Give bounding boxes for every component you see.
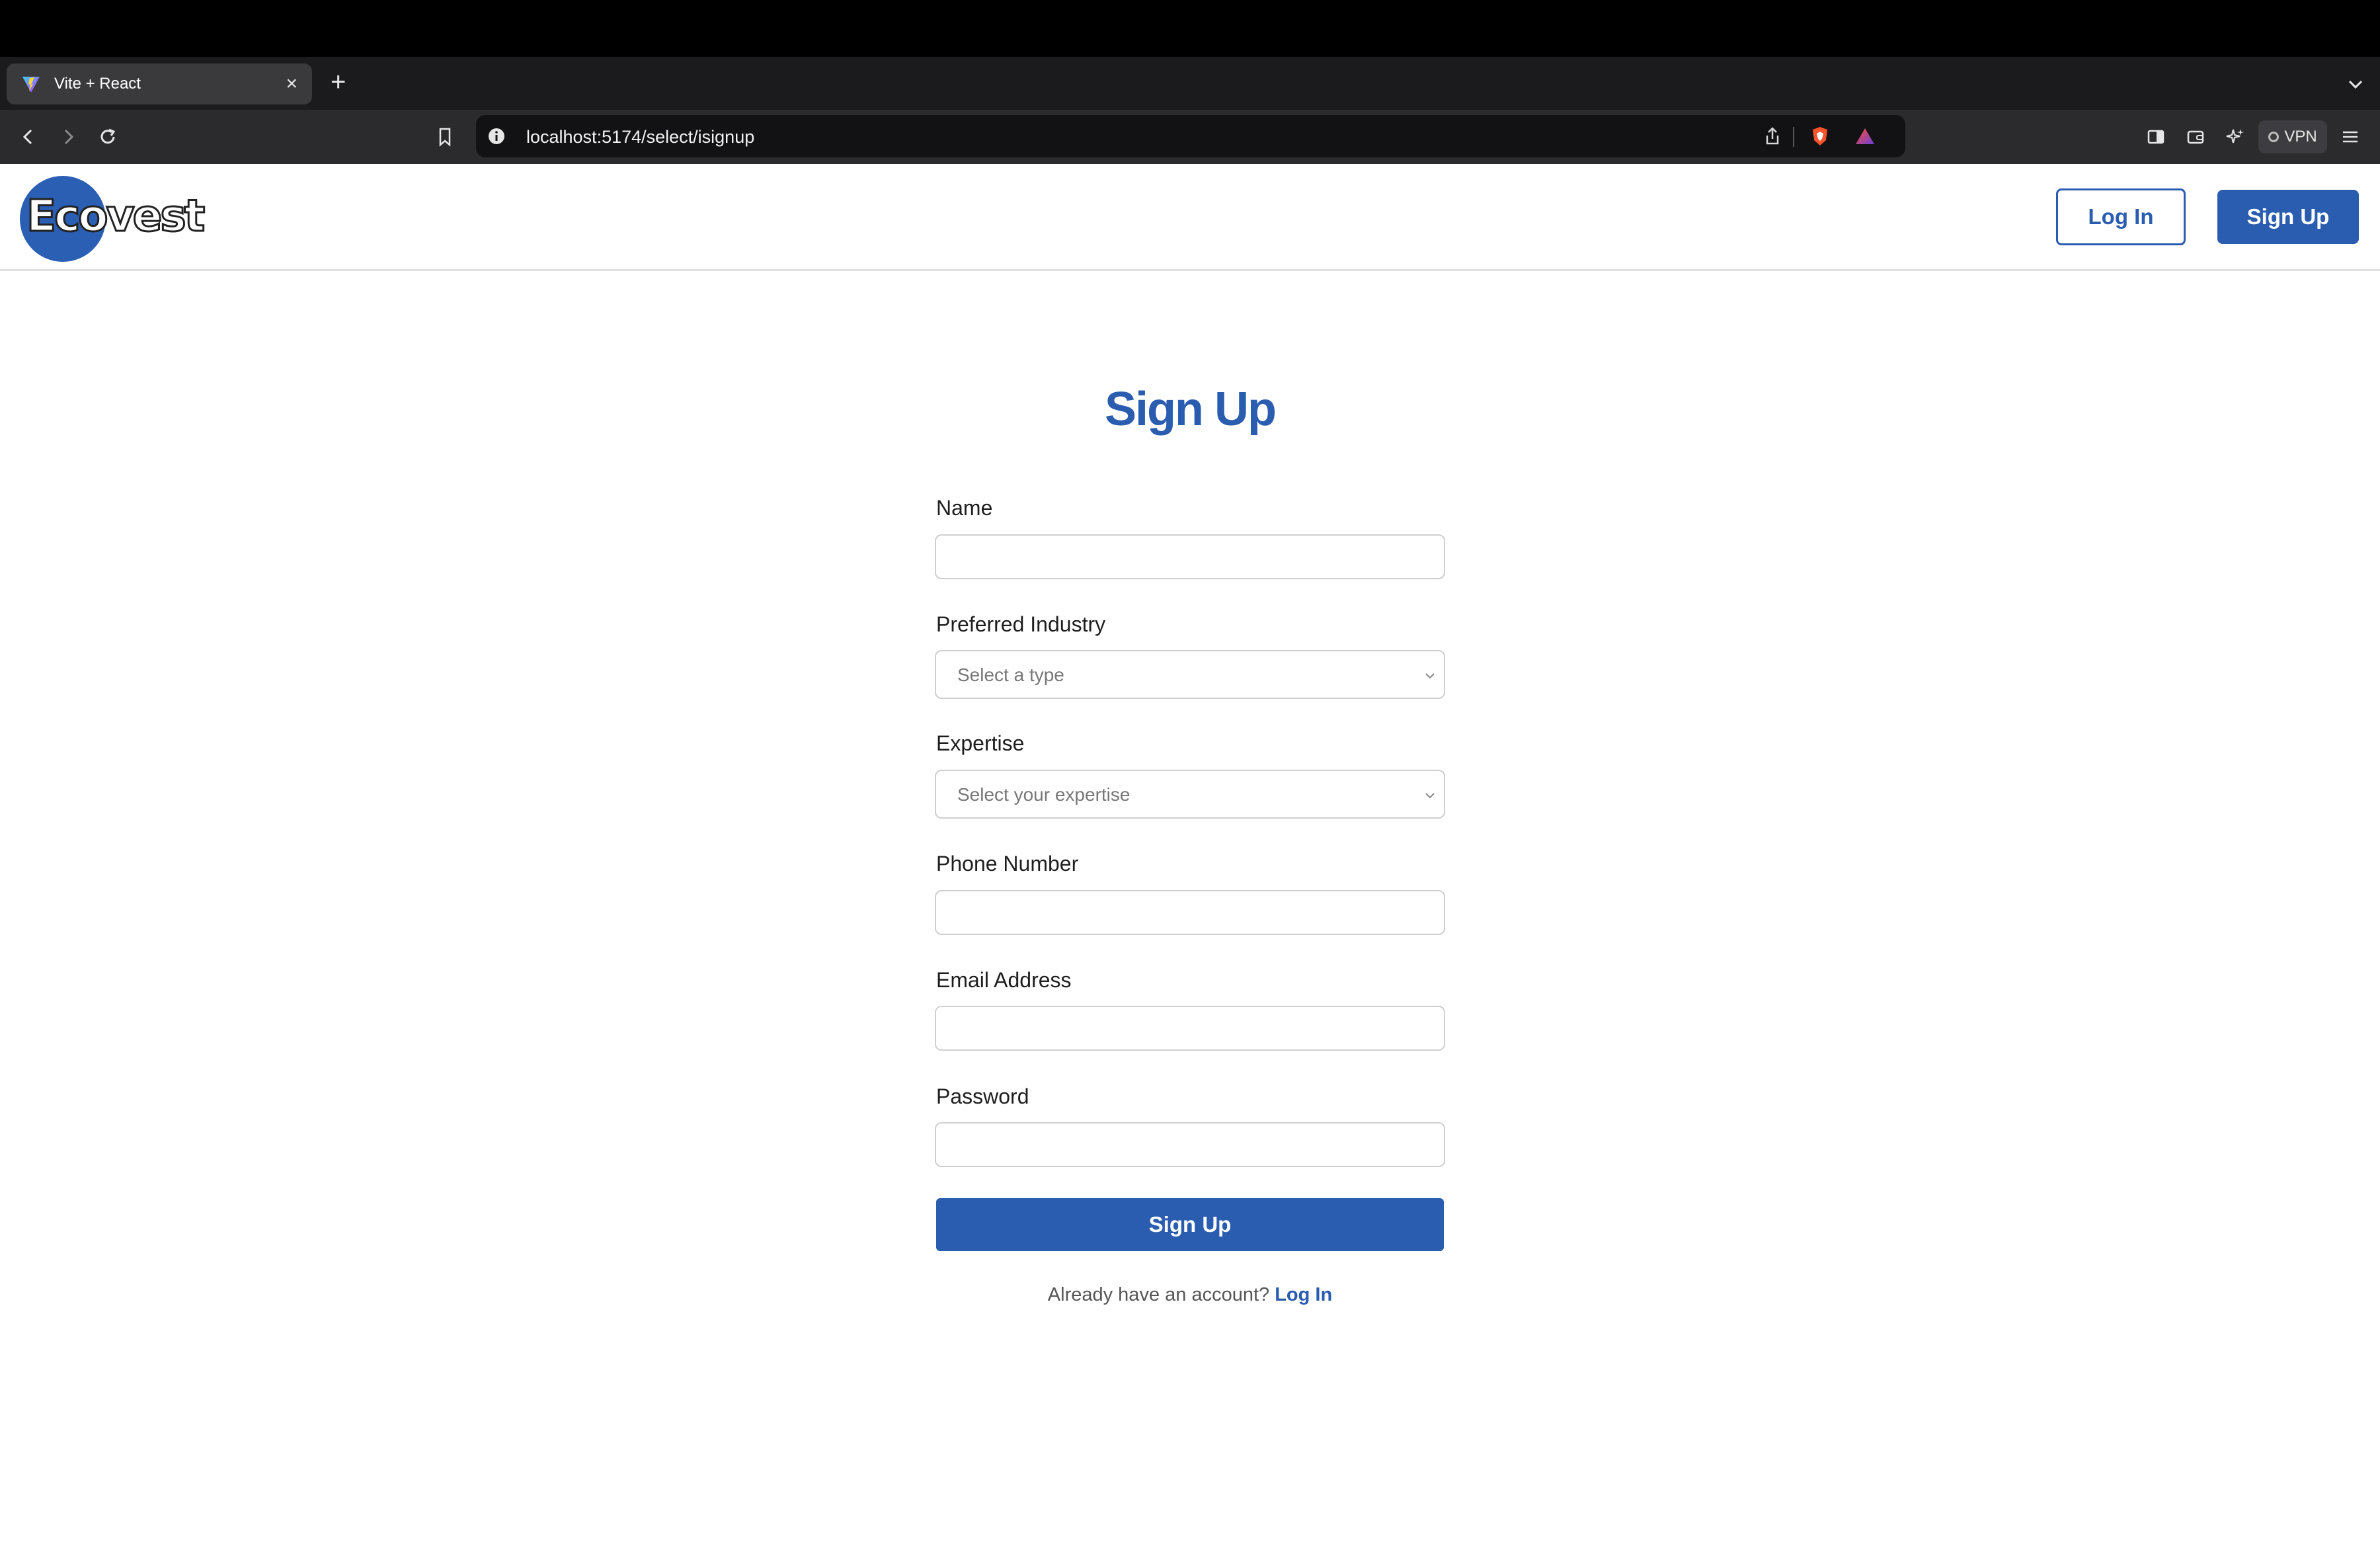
- page-title: Sign Up: [1105, 383, 1277, 436]
- phone-input[interactable]: [935, 890, 1445, 935]
- brave-shields-icon[interactable]: [1809, 125, 1831, 147]
- site-info-icon[interactable]: [485, 125, 508, 147]
- password-label: Password: [936, 1084, 1029, 1108]
- chevron-down-icon: [1423, 669, 1437, 683]
- chevron-down-icon: [1423, 788, 1437, 803]
- name-input[interactable]: [935, 534, 1445, 579]
- leo-ai-icon[interactable]: [2224, 126, 2246, 148]
- menu-icon[interactable]: [2339, 126, 2361, 148]
- ecovest-logo[interactable]: Ecovest: [20, 173, 206, 262]
- tab-title: Vite + React: [54, 75, 141, 93]
- expertise-label: Expertise: [936, 731, 1025, 755]
- share-icon[interactable]: [1761, 125, 1784, 147]
- vite-favicon-icon: [21, 74, 41, 94]
- chevron-down-icon[interactable]: [2346, 74, 2365, 94]
- browser-toolbar: localhost:5174/select/isignup VPN: [0, 110, 2380, 164]
- tab-strip: Vite + React ×: [0, 57, 2380, 110]
- header-login-button[interactable]: Log In: [2056, 188, 2186, 245]
- name-label: Name: [936, 496, 993, 520]
- reload-icon[interactable]: [97, 126, 119, 148]
- expertise-select[interactable]: Select your expertise: [935, 770, 1445, 819]
- address-bar[interactable]: localhost:5174/select/isignup: [476, 115, 1905, 157]
- signup-submit-button[interactable]: Sign Up: [936, 1198, 1444, 1251]
- password-input[interactable]: [935, 1122, 1445, 1167]
- login-link[interactable]: Log In: [1275, 1284, 1332, 1305]
- wallet-icon[interactable]: [2184, 126, 2207, 148]
- new-tab-icon[interactable]: +: [331, 69, 346, 95]
- vpn-label: VPN: [2284, 128, 2317, 145]
- logo-text: Ecovest: [25, 190, 206, 243]
- site-header: Ecovest Log In Sign Up: [0, 164, 2380, 271]
- back-icon[interactable]: [17, 126, 40, 148]
- sidebar-toggle-icon[interactable]: [2145, 126, 2167, 148]
- email-input[interactable]: [935, 1006, 1445, 1051]
- vpn-button[interactable]: VPN: [2258, 120, 2327, 153]
- bookmark-icon[interactable]: [434, 126, 456, 148]
- industry-select-value: Select a type: [957, 665, 1064, 685]
- login-prompt: Already have an account? Log In: [926, 1284, 1454, 1306]
- industry-label: Preferred Industry: [936, 612, 1106, 636]
- brave-rewards-icon[interactable]: [1854, 125, 1876, 147]
- email-label: Email Address: [936, 968, 1072, 992]
- tab-close-icon[interactable]: ×: [286, 74, 298, 94]
- industry-select[interactable]: Select a type: [935, 650, 1445, 699]
- window-title-bar: [0, 0, 2380, 57]
- forward-icon[interactable]: [57, 126, 79, 148]
- phone-label: Phone Number: [936, 852, 1079, 875]
- vpn-status-icon: [2268, 132, 2280, 142]
- url-text: localhost:5174/select/isignup: [526, 127, 755, 147]
- header-signup-button[interactable]: Sign Up: [2217, 190, 2359, 244]
- url-divider: [1793, 127, 1794, 147]
- browser-tab[interactable]: Vite + React ×: [7, 63, 312, 104]
- expertise-select-value: Select your expertise: [957, 784, 1130, 805]
- login-prompt-text: Already have an account?: [1047, 1284, 1270, 1305]
